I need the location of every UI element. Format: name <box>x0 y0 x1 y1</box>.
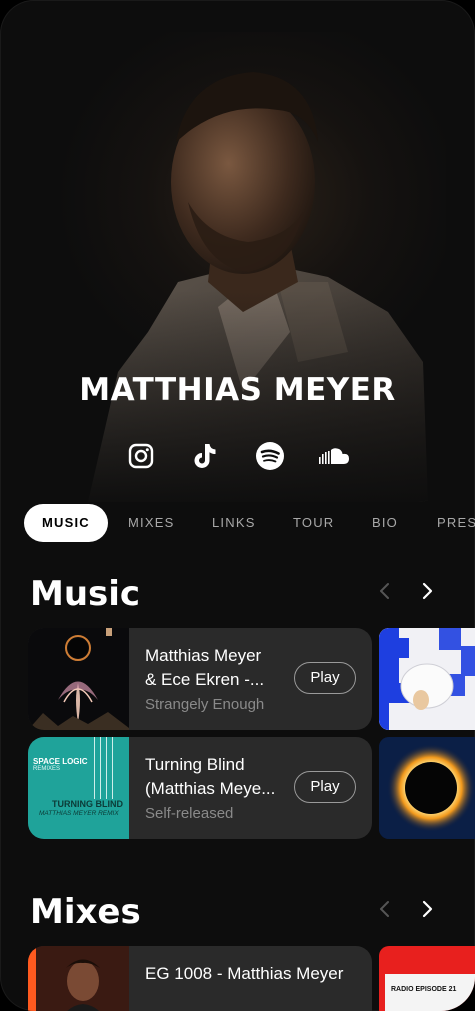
mixes-section-title: Mixes <box>30 892 141 932</box>
soundcloud-icon <box>319 448 349 464</box>
mix-cover-text: RADIO EPISODE 21 <box>391 986 457 993</box>
cover-label-top: SPACE LOGIC <box>33 757 88 766</box>
artist-portrait <box>28 32 446 502</box>
mixes-next-arrow-icon[interactable] <box>416 898 438 920</box>
tab-tour[interactable]: TOUR <box>293 504 334 542</box>
mix-cover-portrait <box>28 946 129 1011</box>
album-cover-turning-blind: SPACE LOGIC REMIXES TURNING BLIND MATTHI… <box>28 737 129 839</box>
tiktok-link[interactable] <box>187 438 223 474</box>
track-title: Matthias Meyer & Ece Ekren -... <box>145 646 265 689</box>
mix-card[interactable]: EG 1008 - Matthias Meyer <box>28 946 372 1011</box>
play-button[interactable]: Play <box>294 662 356 694</box>
mix-title: EG 1008 - Matthias Meyer <box>145 964 344 983</box>
play-button[interactable]: Play <box>294 771 356 803</box>
cover-label-sub: REMIXES <box>33 766 61 772</box>
track-title: Turning Blind (Matthias Meye... <box>145 755 276 798</box>
cover-title: TURNING BLIND <box>52 799 123 809</box>
next-album-cover-orchid[interactable] <box>379 628 475 730</box>
social-links <box>0 438 475 478</box>
cover-remix: MATTHIAS MEYER REMIX <box>39 810 119 817</box>
eclipse-art <box>379 737 475 839</box>
tab-bio[interactable]: BIO <box>372 504 398 542</box>
instagram-icon <box>128 443 154 469</box>
music-section-title: Music <box>30 574 141 614</box>
soundcloud-link[interactable] <box>316 438 352 474</box>
next-mix-cover[interactable]: RADIO EPISODE 21 <box>379 946 475 1011</box>
spotify-link[interactable] <box>252 438 288 474</box>
orchid-art <box>379 628 475 730</box>
tiktok-icon <box>194 444 216 468</box>
music-card[interactable]: SPACE LOGIC REMIXES TURNING BLIND MATTHI… <box>28 737 372 839</box>
music-prev-arrow-icon[interactable] <box>374 580 396 602</box>
spotify-icon <box>256 442 284 470</box>
track-release: Strangely Enough <box>145 696 265 713</box>
track-release: Self-released <box>145 805 234 822</box>
instagram-link[interactable] <box>123 438 159 474</box>
tab-mixes[interactable]: MIXES <box>128 504 174 542</box>
tab-links[interactable]: LINKS <box>212 504 256 542</box>
artist-hero <box>28 32 446 502</box>
music-card[interactable]: Matthias Meyer & Ece Ekren -... Strangel… <box>28 628 372 730</box>
album-cover-eclipse-flower <box>28 628 129 730</box>
cover-art-lines <box>94 737 113 799</box>
section-tabs: MUSIC MIXES LINKS TOUR BIO PRES <box>0 504 475 544</box>
next-album-cover-eclipse[interactable] <box>379 737 475 839</box>
tab-press[interactable]: PRES <box>437 504 475 542</box>
tab-music[interactable]: MUSIC <box>24 504 108 542</box>
artist-name: MATTHIAS MEYER <box>79 372 396 408</box>
music-next-arrow-icon[interactable] <box>416 580 438 602</box>
mixes-prev-arrow-icon[interactable] <box>374 898 396 920</box>
phone-frame: MATTHIAS MEYER MUSIC MIXES LINKS TOUR BI… <box>0 0 475 1011</box>
